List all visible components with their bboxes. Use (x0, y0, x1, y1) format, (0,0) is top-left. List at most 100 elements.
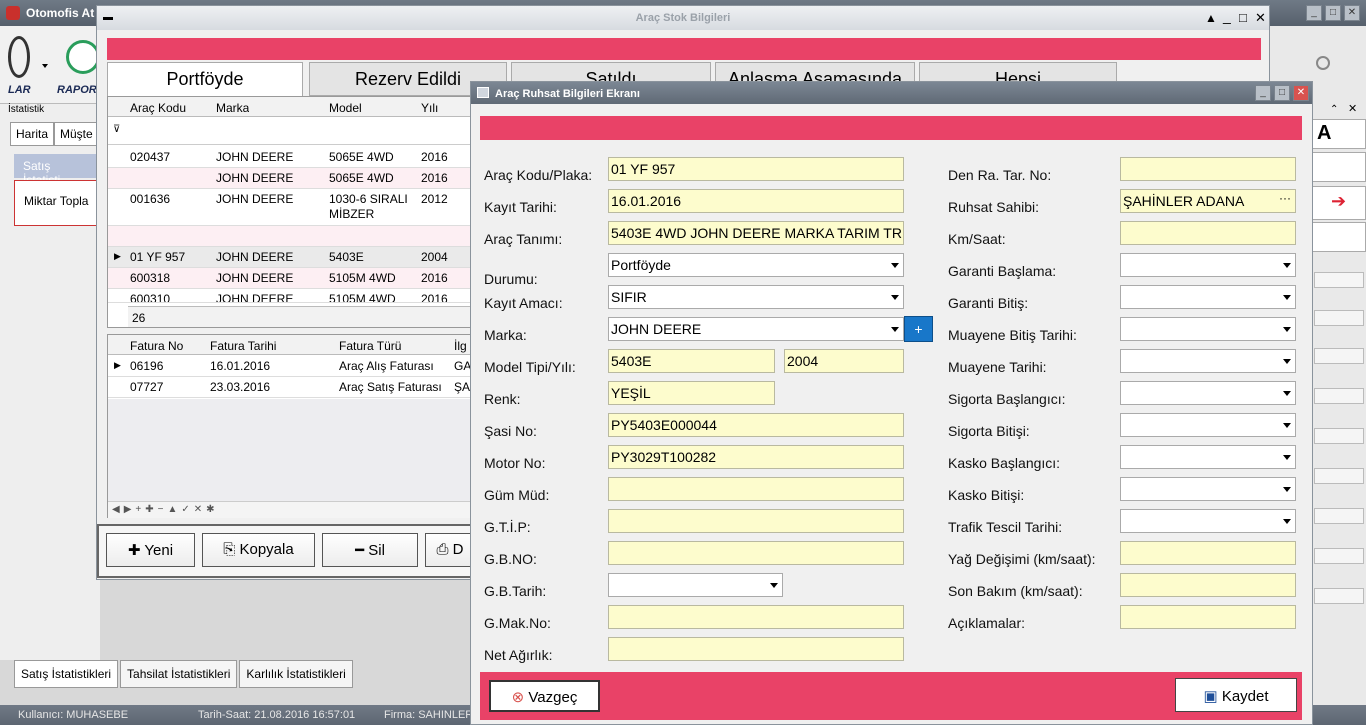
model-yili-field[interactable]: 2004 (784, 349, 904, 373)
record-count: 26 (128, 306, 476, 327)
kayit-tarihi-field[interactable]: 16.01.2016 (608, 189, 904, 213)
marka-select[interactable]: JOHN DEERE (608, 317, 904, 341)
sigorta-bitisi-select[interactable] (1120, 413, 1296, 437)
right-field (1314, 588, 1364, 604)
collapse-icon[interactable]: ⌃ (1330, 104, 1338, 115)
row-indicator-icon: ▶ (114, 251, 121, 261)
net-agirlik-field[interactable] (608, 637, 904, 661)
table-row[interactable]: 600318 JOHN DEERE 5105M 4WD 2016 (108, 268, 476, 289)
ribbon-lar-icon[interactable] (8, 36, 30, 78)
ribbon-rapor-label[interactable]: RAPOR (57, 84, 97, 96)
label-kayit-amaci: Kayıt Amacı: (484, 295, 563, 311)
app-close-button[interactable]: ✕ (1344, 5, 1360, 21)
table-row[interactable] (108, 226, 476, 247)
gb-no-field[interactable] (608, 541, 904, 565)
browse-icon[interactable]: ··· (1279, 191, 1291, 205)
kayit-amaci-select[interactable]: SIFIR (608, 285, 904, 309)
dialog-close-button[interactable]: ✕ (1293, 85, 1309, 101)
status-datetime: Tarih-Saat: 21.08.2016 16:57:01 (198, 709, 356, 721)
chevron-down-icon (891, 295, 899, 300)
dialog-minimize-button[interactable]: _ (1255, 85, 1271, 101)
app-maximize-button[interactable]: □ (1325, 5, 1341, 21)
ribbon-lar-label[interactable]: LAR (8, 84, 31, 96)
col-model[interactable]: Model (329, 101, 362, 115)
label-g-mak-no: G.Mak.No: (484, 615, 551, 631)
col-fatura-no[interactable]: Fatura No (130, 339, 183, 353)
durumu-select[interactable]: Portföyde (608, 253, 904, 277)
new-button[interactable]: ✚ Yeni (106, 533, 195, 567)
add-brand-button[interactable]: + (904, 316, 933, 342)
table-row[interactable]: 020437 JOHN DEERE 5065E 4WD 2016 (108, 147, 476, 168)
copy-button[interactable]: ⎘ Kopyala (202, 533, 315, 567)
settings-icon[interactable] (1316, 56, 1330, 70)
tab-sales-stats[interactable]: Satış İstatistikleri (14, 660, 119, 688)
sigorta-baslangici-select[interactable] (1120, 381, 1296, 405)
km-saat-field[interactable] (1120, 221, 1296, 245)
label-muayene-tarihi: Muayene Tarihi: (948, 359, 1047, 375)
minimize-icon[interactable]: ▲ (1205, 11, 1217, 25)
grid-navigator[interactable]: ◀▶+✚−▲✓✕✱ (108, 501, 476, 518)
gtip-field[interactable] (608, 509, 904, 533)
tab-portfoyde[interactable]: Portföyde (107, 62, 303, 96)
ruhsat-sahibi-field[interactable]: ŞAHİNLER ADANA ··· (1120, 189, 1296, 213)
maximize-button[interactable]: □ (1239, 10, 1247, 25)
model-tipi-field[interactable]: 5403E (608, 349, 775, 373)
label-sigorta-baslangici: Sigorta Başlangıcı: (948, 391, 1066, 407)
arrow-right-icon[interactable]: ➔ (1312, 186, 1366, 220)
motor-no-field[interactable]: PY3029T100282 (608, 445, 904, 469)
table-row[interactable]: 600310 JOHN DEERE 5105M 4WD 2016 (108, 289, 476, 303)
table-row[interactable]: JOHN DEERE 5065E 4WD 2016 (108, 168, 476, 189)
window-menu-icon[interactable]: ▬ (103, 12, 113, 23)
trafik-tescil-select[interactable] (1120, 509, 1296, 533)
garanti-baslama-select[interactable] (1120, 253, 1296, 277)
cancel-button[interactable]: ⊗ Vazgeç (489, 680, 600, 712)
label-renk: Renk: (484, 391, 521, 407)
dialog-maximize-button[interactable]: □ (1274, 85, 1290, 101)
right-box-2 (1312, 222, 1366, 252)
gb-tarih-select[interactable] (608, 573, 783, 597)
sasi-no-field[interactable]: PY5403E000044 (608, 413, 904, 437)
kasko-baslangici-select[interactable] (1120, 445, 1296, 469)
plaka-field[interactable]: 01 YF 957 (608, 157, 904, 181)
g-mak-no-field[interactable] (608, 605, 904, 629)
muayene-tarihi-select[interactable] (1120, 349, 1296, 373)
tab-harita[interactable]: Harita (10, 122, 55, 146)
other-button[interactable]: ⎙ D (425, 533, 475, 567)
col-fatura-turu[interactable]: Fatura Türü (339, 339, 401, 353)
tab-collection-stats[interactable]: Tahsilat İstatistikleri (120, 660, 238, 688)
close-button[interactable]: ✕ (1255, 10, 1266, 26)
tab-musteri[interactable]: Müşte (54, 122, 99, 146)
aciklamalar-field[interactable] (1120, 605, 1296, 629)
table-row-selected[interactable]: ▶ 01 YF 957 JOHN DEERE 5403E 2004 (108, 247, 476, 268)
table-row[interactable]: 001636 JOHN DEERE 1030-6 SIRALI MİBZER 2012 (108, 189, 476, 226)
delete-button[interactable]: ━ Sil (322, 533, 418, 567)
filter-icon[interactable]: ⊽ (113, 124, 120, 135)
yag-degisimi-field[interactable] (1120, 541, 1296, 565)
arac-tanimi-field[interactable]: 5403E 4WD JOHN DEERE MARKA TARIM TR (608, 221, 904, 245)
garanti-bitis-select[interactable] (1120, 285, 1296, 309)
label-motor-no: Motor No: (484, 455, 546, 471)
license-dialog: Araç Ruhsat Bilgileri Ekranı _ □ ✕ Araç … (470, 81, 1313, 725)
save-button[interactable]: ▣ Kaydet (1175, 678, 1297, 712)
chevron-down-icon[interactable] (42, 64, 48, 68)
invoice-row[interactable]: ▶ 06196 16.01.2016 Araç Alış Faturası GA (108, 356, 476, 377)
filter-row[interactable]: ⊽ (108, 117, 476, 145)
close-icon[interactable]: ✕ (1348, 102, 1357, 115)
renk-field[interactable]: YEŞİL (608, 381, 775, 405)
den-ra-tar-no-field[interactable] (1120, 157, 1296, 181)
rapor-icon[interactable] (66, 40, 100, 74)
col-yili[interactable]: Yılı (421, 101, 438, 115)
kasko-bitisi-select[interactable] (1120, 477, 1296, 501)
col-arac-kodu[interactable]: Araç Kodu (130, 101, 186, 115)
col-fatura-tarihi[interactable]: Fatura Tarihi (210, 339, 276, 353)
muayene-bitis-select[interactable] (1120, 317, 1296, 341)
son-bakim-field[interactable] (1120, 573, 1296, 597)
minimize-button[interactable]: _ (1223, 8, 1231, 24)
invoice-row[interactable]: 07727 23.03.2016 Araç Satış Faturası ŞA (108, 377, 476, 398)
col-ilgili[interactable]: İlg (454, 339, 467, 353)
label-durumu: Durumu: (484, 271, 538, 287)
gum-mud-field[interactable] (608, 477, 904, 501)
app-minimize-button[interactable]: _ (1306, 5, 1322, 21)
col-marka[interactable]: Marka (216, 101, 249, 115)
tab-profit-stats[interactable]: Karlılık İstatistikleri (239, 660, 353, 688)
